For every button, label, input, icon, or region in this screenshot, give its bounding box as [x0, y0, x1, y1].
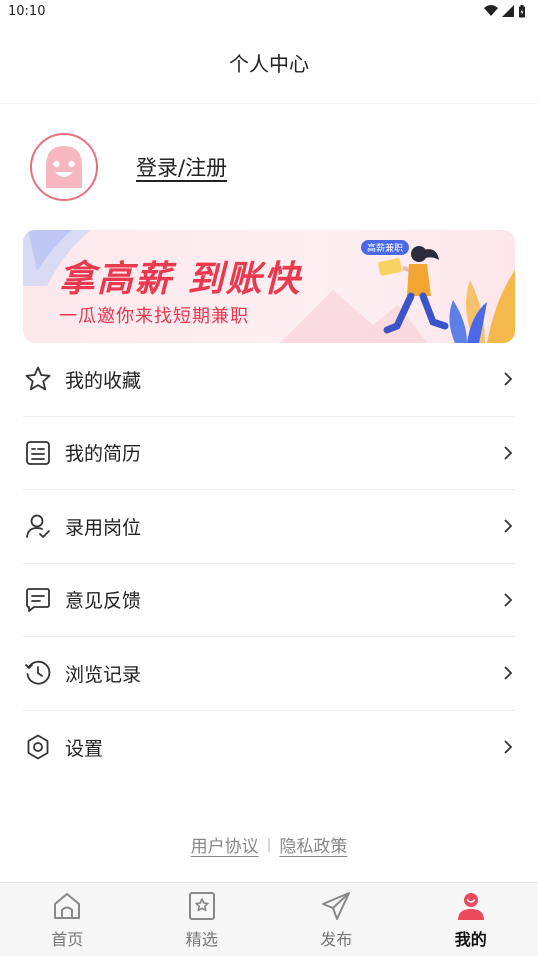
gear-icon: [23, 732, 53, 762]
login-register-link[interactable]: 登录/注册: [136, 152, 227, 182]
battery-icon: [519, 4, 525, 17]
status-time: 10:10: [8, 3, 46, 19]
featured-icon: [188, 891, 215, 920]
menu-item-favorites[interactable]: 我的收藏: [23, 343, 515, 417]
history-icon: [23, 658, 53, 688]
menu-item-label: 录用岗位: [65, 516, 142, 539]
menu-item-label: 浏览记录: [65, 663, 142, 686]
running-girl-illustration: [378, 246, 515, 343]
avatar[interactable]: [30, 133, 98, 201]
profile-section: 登录/注册: [0, 104, 538, 230]
status-bar: 10:10: [0, 0, 538, 22]
resume-icon: [23, 438, 53, 468]
menu-item-label: 我的收藏: [65, 369, 142, 392]
menu-item-label: 设置: [65, 737, 104, 760]
chevron-right-icon: [501, 738, 515, 756]
banner-subline: 一瓜邀你来找短期兼职: [59, 306, 249, 327]
tab-label: 精选: [185, 929, 218, 949]
chevron-right-icon: [501, 664, 515, 682]
menu-item-settings[interactable]: 设置: [23, 711, 515, 785]
user-agreement-link[interactable]: 用户协议: [191, 832, 259, 857]
chevron-right-icon: [501, 591, 515, 609]
feedback-icon: [23, 585, 53, 615]
banner-headline: 拿高薪 到账快: [59, 259, 302, 300]
menu-list: 我的收藏 我的简历 录用岗位 意见反馈 浏览记录 设置: [23, 343, 515, 784]
page-title: 个人中心: [229, 52, 309, 76]
status-icons: [484, 4, 526, 18]
promo-banner[interactable]: 拿高薪 到账快 一瓜邀你来找短期兼职 高薪兼职: [23, 230, 515, 343]
signal-icon: [502, 5, 514, 17]
footer-links: 用户协议 | 隐私政策: [0, 832, 538, 858]
page-header: 个人中心: [0, 22, 538, 104]
menu-item-feedback[interactable]: 意见反馈: [23, 564, 515, 637]
wifi-icon: [484, 5, 498, 16]
send-icon: [322, 891, 351, 920]
chevron-right-icon: [501, 444, 515, 462]
user-check-icon: [23, 511, 53, 541]
home-icon: [54, 892, 81, 919]
menu-item-label: 我的简历: [65, 443, 142, 466]
chevron-right-icon: [501, 370, 515, 388]
tab-label: 首页: [51, 929, 84, 949]
star-icon: [23, 364, 53, 394]
profile-icon: [457, 892, 484, 920]
tab-publish[interactable]: 发布: [269, 883, 404, 956]
avatar-ghost-icon: [46, 146, 82, 188]
tab-label: 发布: [320, 929, 353, 949]
privacy-policy-link[interactable]: 隐私政策: [279, 832, 347, 857]
menu-item-history[interactable]: 浏览记录: [23, 637, 515, 711]
menu-item-hired-jobs[interactable]: 录用岗位: [23, 490, 515, 564]
chevron-right-icon: [501, 517, 515, 535]
tab-home[interactable]: 首页: [0, 883, 135, 956]
footer-separator: |: [266, 836, 272, 853]
menu-item-label: 意见反馈: [65, 590, 142, 613]
bottom-tab-bar: 首页 精选 发布 我的: [0, 882, 538, 956]
tab-mine[interactable]: 我的: [404, 883, 538, 956]
menu-item-resume[interactable]: 我的简历: [23, 417, 515, 490]
tab-label: 我的: [454, 929, 487, 949]
tab-featured[interactable]: 精选: [135, 883, 270, 956]
